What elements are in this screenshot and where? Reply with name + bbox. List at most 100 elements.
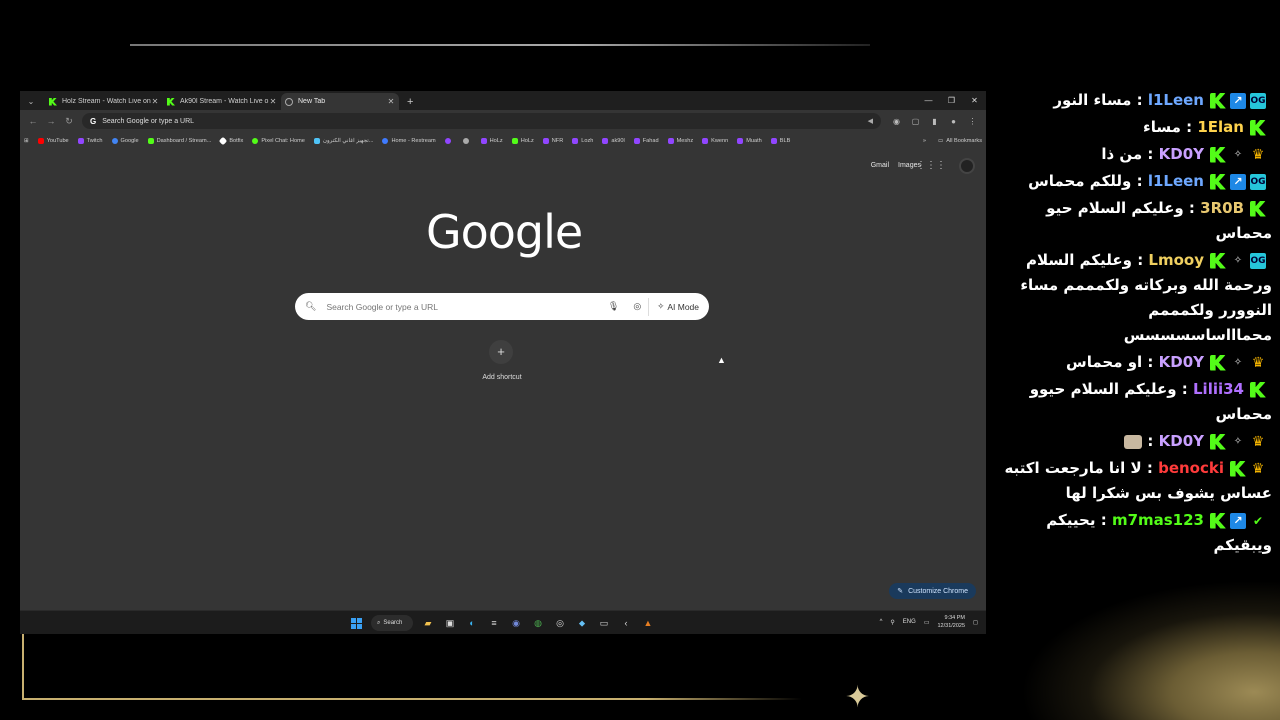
chat-username[interactable]: Lmooy (1148, 251, 1204, 269)
chat-username[interactable]: KD0Y (1159, 432, 1204, 450)
ai-mode-button[interactable]: ✧ AI Mode (648, 297, 699, 316)
tab-new-tab[interactable]: New Tab ✕ (281, 93, 399, 110)
menu-icon[interactable]: ⋮ (963, 117, 982, 126)
chat-badges: ✧ ♛ (1208, 433, 1268, 450)
chat-username[interactable]: Lilii34 (1193, 380, 1244, 398)
forward-icon[interactable]: → (42, 116, 60, 126)
close-icon[interactable]: ✕ (963, 91, 986, 110)
cast-icon[interactable]: ◀ (868, 117, 873, 125)
bookmark-item[interactable]: Google (111, 137, 139, 144)
apps-icon[interactable]: ⊞ (24, 138, 29, 144)
tab-search-icon[interactable]: ⌄ (23, 93, 39, 109)
taskbar-search[interactable]: ⌕ Search (371, 615, 413, 631)
tab-holz[interactable]: Holz Stream - Watch Live on Ki ✕ (45, 93, 163, 110)
bookmark-item[interactable]: BLB (770, 137, 790, 144)
downloads-icon[interactable]: ▮ (925, 117, 944, 126)
profile-icon[interactable]: ● (944, 117, 963, 126)
search-input[interactable] (326, 301, 601, 312)
bookmark-item[interactable]: Pixel Chat: Home (252, 137, 305, 144)
bookmark-item[interactable]: تجهيز اغاني الكترون... (313, 137, 373, 144)
kick-icon (511, 137, 518, 144)
language-indicator[interactable]: ENG (903, 619, 916, 625)
close-tab-icon[interactable]: ✕ (269, 97, 277, 106)
new-tab-button[interactable]: + (407, 96, 413, 108)
bookmark-item[interactable] (444, 137, 454, 144)
notifications-icon[interactable]: ◻ (973, 619, 978, 626)
add-shortcut-button[interactable]: + (489, 340, 513, 364)
microphone-icon[interactable]: ⚲ (890, 619, 894, 626)
system-tray: ^ ⚲ ENG ▭ 9:34 PM 12/31/2025 ◻ (872, 614, 978, 630)
sparkle-badge-icon: ✧ (1233, 435, 1243, 447)
bookmark-item[interactable]: HoLz (480, 137, 503, 144)
edge-icon[interactable]: ◐ (461, 614, 483, 632)
close-tab-icon[interactable]: ✕ (151, 97, 159, 106)
mouse-cursor-icon: ▲ (717, 355, 726, 365)
customize-chrome-button[interactable]: ✎ Customize Chrome (889, 583, 976, 599)
app-icon[interactable]: ▲ (637, 614, 659, 632)
chat-username[interactable]: benocki (1158, 459, 1224, 477)
camera-lens-icon[interactable]: ◎ (633, 301, 641, 312)
address-bar[interactable]: G Search Google or type a URL ◀ (82, 113, 881, 129)
twitch-icon (737, 137, 744, 144)
bookmark-item[interactable]: YouTube (37, 137, 69, 144)
bookmark-item[interactable]: ak90l (602, 137, 625, 144)
store-icon[interactable]: ▣ (439, 614, 461, 632)
chat-username[interactable]: m7mas123 (1112, 511, 1204, 529)
minimize-icon[interactable]: — (917, 91, 940, 110)
app-icon[interactable]: ▭ (593, 614, 615, 632)
chat-username[interactable]: KD0Y (1159, 145, 1204, 163)
steam-icon[interactable]: ⬥ (571, 614, 593, 632)
chat-username[interactable]: 1Elan (1197, 118, 1244, 136)
microphone-icon[interactable]: 🎙︎ (608, 301, 619, 312)
chrome-icon[interactable]: ◍ (527, 614, 549, 632)
sparkle-icon: ✧ (657, 301, 665, 311)
bookmark-item[interactable]: Kwenn (702, 137, 728, 144)
kick-badge-icon (1210, 92, 1226, 109)
bookmark-item[interactable]: NFR (542, 137, 563, 144)
network-icon[interactable]: ▭ (924, 619, 930, 626)
chevron-right-icon[interactable]: » (923, 138, 926, 144)
kick-icon (147, 137, 154, 144)
avatar[interactable] (959, 158, 975, 174)
app-icon[interactable]: ≡ (483, 614, 505, 632)
chat-username[interactable]: 3R0B (1200, 199, 1244, 217)
bookmark-item[interactable]: Lozh (572, 137, 593, 144)
gmail-link[interactable]: Gmail (871, 162, 889, 169)
google-logo: Google (426, 205, 583, 259)
chevron-up-icon[interactable]: ^ (880, 619, 883, 625)
maximize-icon[interactable]: ❐ (940, 91, 963, 110)
window-controls: — ❐ ✕ (917, 91, 986, 110)
tab-ak90l[interactable]: Ak90l Stream - Watch Live on K ✕ (163, 93, 281, 110)
all-bookmarks[interactable]: » ▭ All Bookmarks (923, 138, 982, 144)
bookmark-item[interactable]: Twitch (77, 137, 103, 144)
bookmark-item[interactable]: Muath (737, 137, 762, 144)
extensions-icon[interactable]: ▢ (906, 117, 925, 126)
google-apps-icon[interactable]: ⋮⋮⋮ (916, 160, 946, 171)
extension-icon[interactable]: ◉ (887, 117, 906, 126)
reload-icon[interactable]: ↻ (60, 116, 78, 127)
bookmark-item[interactable]: HoLz (511, 137, 534, 144)
twitch-icon (572, 137, 579, 144)
bookmark-item[interactable]: Botfix (219, 136, 243, 145)
bookmark-item[interactable] (462, 137, 472, 144)
chat-username[interactable]: KD0Y (1159, 353, 1204, 371)
bookmark-label: ak90l (611, 137, 625, 144)
obs-icon[interactable]: ◎ (549, 614, 571, 632)
file-explorer-icon[interactable]: ▰ (417, 614, 439, 632)
chat-username[interactable]: l1Leen (1148, 91, 1204, 109)
app-icon[interactable]: ‹ (615, 614, 637, 632)
bookmark-item[interactable]: Meshz (667, 137, 693, 144)
windows-start-button[interactable] (345, 614, 367, 632)
bookmark-item[interactable]: Fahad (633, 137, 659, 144)
bookmark-item[interactable]: Home - Restream (382, 137, 436, 144)
discord-icon[interactable]: ◉ (505, 614, 527, 632)
bookmark-label: Fahad (642, 137, 659, 144)
twitch-icon (667, 137, 674, 144)
clock[interactable]: 9:34 PM 12/31/2025 (937, 614, 965, 630)
close-tab-icon[interactable]: ✕ (387, 97, 395, 106)
chat-username[interactable]: l1Leen (1148, 172, 1204, 190)
search-box[interactable]: 🔍︎ 🎙︎ ◎ ✧ AI Mode (295, 293, 709, 320)
back-icon[interactable]: ← (24, 116, 42, 126)
youtube-icon (37, 137, 44, 144)
bookmark-item[interactable]: Dashboard / Stream... (147, 137, 211, 144)
